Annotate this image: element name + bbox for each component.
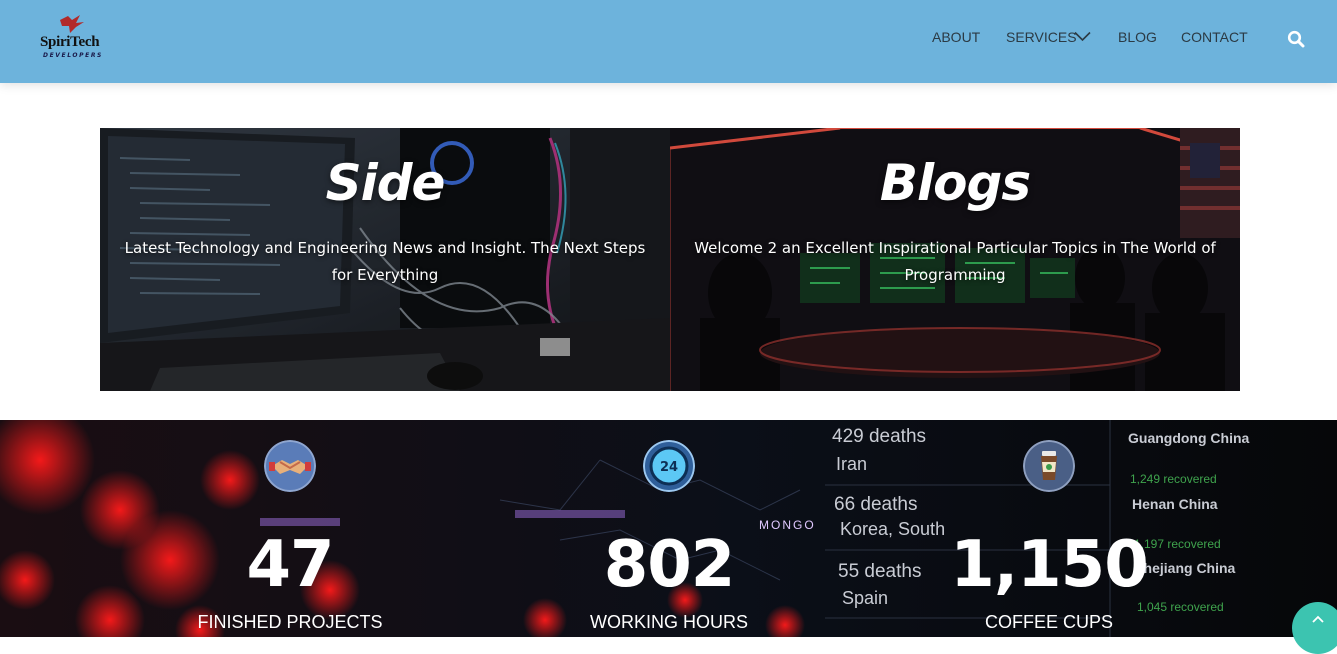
stat-label-hours: WORKING HOURS (589, 612, 748, 632)
bg-stat-region: Henan China (1132, 496, 1218, 512)
site-header: SpiriTech DEVELOPERS ABOUT SERVICES BLOG… (0, 0, 1337, 83)
card-side[interactable]: Side Latest Technology and Engineering N… (100, 128, 670, 391)
stats-section: 429 deaths Iran 66 deaths Korea, South 5… (0, 420, 1337, 637)
brand-tagline: DEVELOPERS (43, 52, 103, 59)
stat-value-projects: 47 (246, 528, 334, 602)
brand-logo[interactable]: SpiriTech DEVELOPERS (40, 14, 112, 64)
bg-stat-region: Guangdong China (1128, 430, 1250, 446)
bird-logo-icon (60, 15, 84, 33)
bg-stat-deaths: 66 deaths (834, 494, 918, 515)
brand-name: SpiriTech (40, 34, 100, 50)
bg-stat-country: Iran (836, 454, 868, 474)
card-description-side: Latest Technology and Engineering News a… (124, 239, 646, 284)
chevron-up-icon (1312, 615, 1324, 623)
scroll-to-top-button[interactable] (1292, 602, 1337, 654)
bg-stat-deaths: 429 deaths (832, 426, 927, 447)
bg-stat-recovered: 1,249 recovered (1130, 472, 1217, 486)
card-title-side: Side (325, 154, 446, 212)
stat-label-coffee: COFFEE CUPS (984, 612, 1113, 632)
stat-label-projects: FINISHED PROJECTS (197, 612, 383, 632)
clock-24-icon: 24 (643, 440, 695, 492)
nav-item-services[interactable]: SERVICES (1006, 29, 1077, 45)
stat-value-hours: 802 (603, 528, 736, 602)
coffee-cup-icon (1023, 440, 1075, 492)
bg-stat-country: Spain (842, 588, 889, 608)
card-blogs[interactable]: Blogs Welcome 2 an Excellent Inspiration… (670, 128, 1240, 391)
chevron-down-icon[interactable] (1074, 31, 1091, 42)
stat-value-coffee: 1,150 (950, 528, 1148, 602)
handshake-icon (264, 440, 316, 492)
nav-item-blog[interactable]: BLOG (1118, 29, 1157, 45)
card-description-blogs: Welcome 2 an Excellent Inspirational Par… (694, 239, 1216, 284)
nav-item-contact[interactable]: CONTACT (1181, 29, 1248, 45)
card-title-blogs: Blogs (879, 154, 1031, 212)
nav-item-about[interactable]: ABOUT (932, 29, 980, 45)
clock-24-text: 24 (660, 460, 678, 475)
nav-item-services-label: SERVICES (1006, 29, 1077, 45)
search-icon[interactable] (1287, 30, 1305, 48)
